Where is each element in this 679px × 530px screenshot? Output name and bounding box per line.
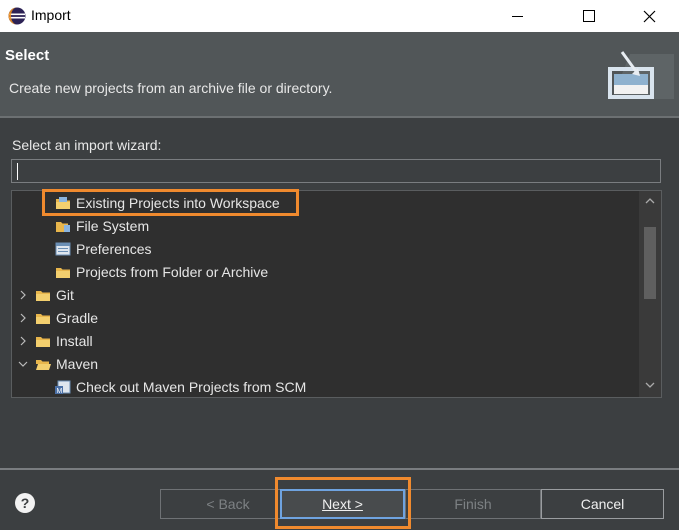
tree-item-git[interactable]: Git	[17, 284, 74, 306]
maximize-icon	[583, 10, 595, 22]
folder-icon	[36, 291, 50, 301]
help-icon[interactable]: ?	[15, 493, 35, 513]
scroll-up-icon[interactable]	[645, 197, 655, 205]
window-title: Import	[31, 7, 71, 23]
tree-item-gradle[interactable]: Gradle	[17, 307, 98, 329]
chevron-right-icon[interactable]	[17, 289, 29, 301]
tree-item-label: Check out Maven Projects from SCM	[76, 379, 307, 395]
finish-button-label: Finish	[454, 496, 492, 512]
preferences-icon	[55, 242, 71, 256]
tree-item-file-system[interactable]: File System	[55, 215, 149, 237]
page-title: Select	[5, 47, 50, 64]
cancel-button[interactable]: Cancel	[541, 489, 664, 519]
tree-item-preferences[interactable]: Preferences	[55, 238, 151, 260]
close-icon	[643, 10, 655, 22]
chevron-right-icon[interactable]	[17, 335, 29, 347]
minimize-icon	[512, 16, 523, 17]
tree-item-projects-from-folder[interactable]: Projects from Folder or Archive	[55, 261, 268, 283]
scroll-down-icon[interactable]	[645, 381, 655, 389]
maven-scm-icon: M	[55, 380, 71, 394]
minimize-button[interactable]	[495, 0, 541, 32]
page-description: Create new projects from an archive file…	[9, 80, 333, 96]
tree-scrollbar[interactable]	[639, 191, 661, 397]
folder-file-icon	[56, 222, 70, 232]
tree-item-label: Maven	[56, 356, 99, 372]
folder-icon	[36, 314, 50, 324]
tree-item-maven[interactable]: Maven	[17, 353, 98, 375]
header-separator	[0, 116, 679, 118]
wizard-tree[interactable]: Existing Projects into Workspace File Sy…	[11, 190, 662, 398]
back-button-label: < Back	[206, 496, 250, 512]
tree-item-label: File System	[76, 218, 150, 234]
cancel-button-label: Cancel	[580, 496, 625, 512]
title-bar: Import	[0, 0, 679, 32]
text-caret	[17, 163, 18, 180]
tree-item-label: Install	[56, 333, 93, 349]
import-wizard-banner-icon	[608, 51, 674, 99]
maximize-button[interactable]	[566, 0, 612, 32]
tree-item-label: Git	[56, 287, 74, 303]
tree-item-maven-scm[interactable]: M Check out Maven Projects from SCM	[55, 376, 307, 397]
footer-separator	[0, 468, 679, 470]
filter-input[interactable]	[11, 159, 661, 183]
eclipse-icon	[8, 7, 26, 25]
folder-open-icon	[36, 360, 51, 370]
next-highlight-annotation	[275, 477, 411, 529]
folder-archive-icon	[56, 268, 70, 278]
chevron-right-icon[interactable]	[17, 312, 29, 324]
import-wizard-label: Select an import wizard:	[12, 137, 162, 153]
tree-item-label: Preferences	[76, 241, 152, 257]
tree-item-label: Gradle	[56, 310, 99, 326]
tree-item-label: Projects from Folder or Archive	[76, 264, 269, 280]
finish-button[interactable]: Finish	[405, 489, 541, 519]
selection-highlight-annotation	[42, 189, 299, 216]
svg-text:M: M	[57, 388, 63, 394]
close-button[interactable]	[626, 0, 672, 32]
scrollbar-thumb[interactable]	[644, 227, 656, 299]
folder-icon	[36, 337, 50, 347]
wizard-header: Select Create new projects from an archi…	[0, 32, 679, 116]
chevron-down-icon[interactable]	[17, 358, 29, 370]
tree-item-install[interactable]: Install	[17, 330, 93, 352]
